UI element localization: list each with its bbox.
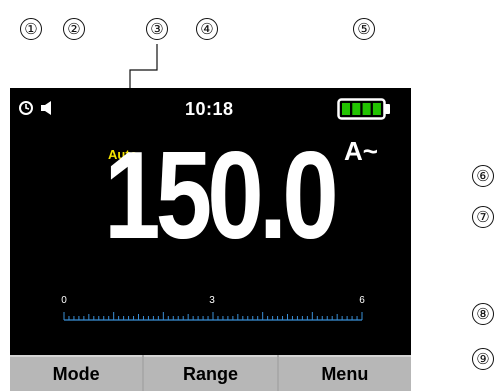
callout-7: ⑦ xyxy=(472,206,494,228)
speaker-icon xyxy=(41,101,51,115)
callout-8: ⑧ xyxy=(472,303,494,325)
bar-scale-label-6: 6 xyxy=(359,295,365,306)
main-reading: 150.0 xyxy=(104,127,339,265)
clock-time: 10:18 xyxy=(185,99,234,119)
bar-scale-label-0: 0 xyxy=(61,295,67,306)
battery-full-icon xyxy=(337,98,390,120)
battery-cell xyxy=(352,103,361,115)
callout-2: ② xyxy=(63,18,85,40)
callout-4: ④ xyxy=(196,18,218,40)
unit-indicator: A~ xyxy=(344,136,378,166)
meter-screen: 10:18 Auto A~ 150.0 0 3 6 Mode Range Men… xyxy=(10,88,411,391)
softkey-bar: Mode Range Menu xyxy=(10,355,411,391)
battery-cell xyxy=(362,103,371,115)
callout-1: ① xyxy=(20,18,42,40)
analog-bar-graph-scale xyxy=(63,312,363,321)
callout-9: ⑨ xyxy=(472,348,494,370)
battery-cell xyxy=(372,103,381,115)
range-softkey[interactable]: Range xyxy=(144,355,277,391)
bar-scale-label-3: 3 xyxy=(209,295,215,306)
callout-5: ⑤ xyxy=(353,18,375,40)
battery-cell xyxy=(342,103,350,115)
callout-3: ③ xyxy=(146,18,168,40)
menu-softkey[interactable]: Menu xyxy=(278,355,411,391)
timer-icon xyxy=(19,101,33,115)
callout-6: ⑥ xyxy=(472,165,494,187)
mode-softkey[interactable]: Mode xyxy=(10,355,143,391)
